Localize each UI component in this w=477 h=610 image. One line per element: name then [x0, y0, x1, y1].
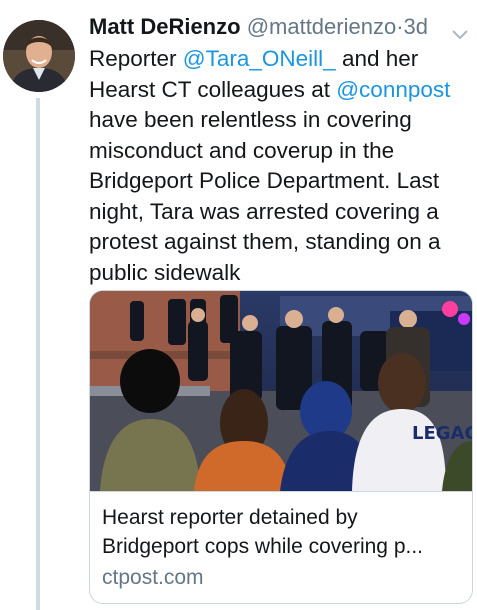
protest-sign-text: LEGACY [412, 423, 472, 444]
card-image[interactable]: LEGACY [90, 291, 472, 491]
card-title-line: Bridgeport cops while covering p... [102, 535, 423, 558]
card-title[interactable]: Hearst reporter detained by Bridgeport c… [102, 503, 462, 561]
tweet-text-part: Reporter [89, 46, 183, 71]
link-preview-card[interactable]: LEGACY Hearst reporter detained by Bridg… [89, 290, 473, 604]
author-display-name[interactable]: Matt DeRienzo [89, 14, 241, 39]
tweet-header: Matt DeRienzo @mattderienzo·3d [89, 12, 469, 42]
tweet-timestamp[interactable]: 3d [404, 14, 428, 39]
card-title-line: Hearst reporter detained by [102, 506, 358, 529]
card-divider [90, 491, 472, 492]
author-handle[interactable]: @mattderienzo [247, 14, 397, 39]
chevron-down-icon[interactable] [451, 20, 469, 40]
mention-link[interactable]: @Tara_ONeill_ [183, 46, 336, 71]
tweet-text: Reporter @Tara_ONeill_ and her Hearst CT… [89, 44, 469, 288]
separator-dot: · [396, 14, 404, 39]
user-avatar-icon [3, 20, 75, 92]
card-domain: ctpost.com [102, 566, 204, 589]
mention-link[interactable]: @connpost [336, 77, 450, 102]
tweet-text-part: have been relentless in covering miscond… [89, 107, 441, 285]
thread-line [36, 98, 40, 610]
news-photo-icon: LEGACY [90, 291, 472, 491]
author-avatar[interactable] [3, 20, 75, 92]
